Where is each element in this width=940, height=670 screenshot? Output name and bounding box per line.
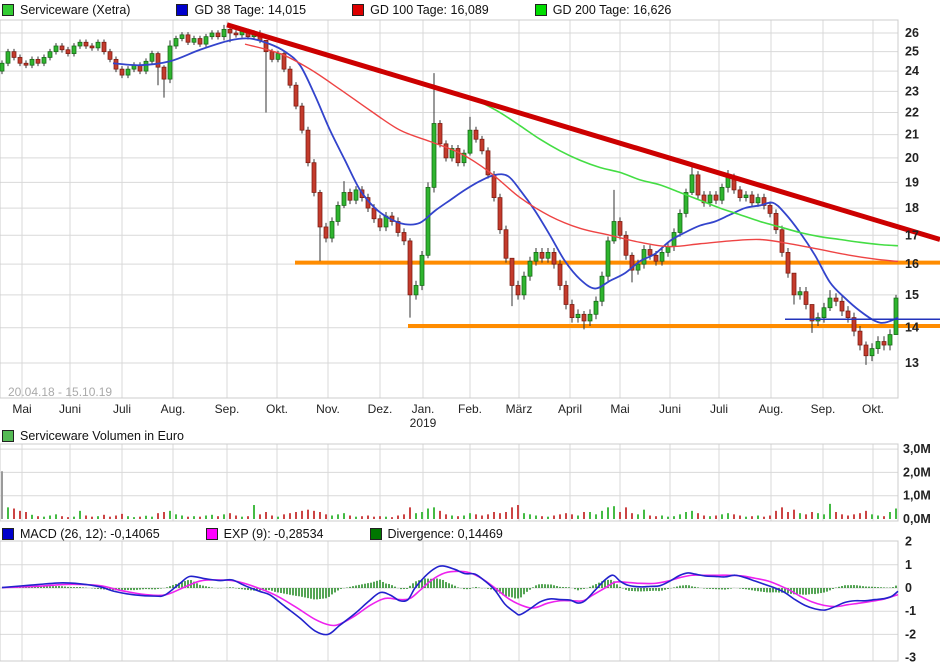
series-swatch-macd (2, 528, 14, 540)
volume-tick-label: 0,0M (903, 512, 931, 526)
volume-tick-label: 3,0M (903, 442, 931, 456)
price-tick-label: 14 (905, 321, 919, 335)
series-swatch-gd100 (352, 4, 364, 16)
year-label: 2019 (410, 416, 437, 430)
legend-item-gd100: GD 100 Tage: 16,089 (352, 3, 489, 17)
price-tick-label: 15 (905, 288, 919, 302)
legend-item-gd200: GD 200 Tage: 16,626 (535, 3, 672, 17)
legend-label-gd100: GD 100 Tage: 16,089 (370, 3, 489, 17)
month-label: Feb. (458, 402, 482, 416)
volume-bars-layer (1, 471, 897, 519)
downtrend-line (227, 25, 940, 240)
month-label: Aug. (161, 402, 186, 416)
legend-label-gd38: GD 38 Tage: 14,015 (194, 3, 306, 17)
month-label: Nov. (316, 402, 340, 416)
month-label: Juli (710, 402, 728, 416)
gd100-line (245, 44, 898, 261)
price-tick-label: 20 (905, 151, 919, 165)
price-tick-label: 17 (905, 228, 919, 242)
price-tick-label: 18 (905, 201, 919, 215)
legend-item-exp: EXP (9): -0,28534 (206, 527, 324, 541)
volume-chart-legend: Serviceware Volumen in Euro (2, 429, 230, 443)
month-label: Sep. (215, 402, 240, 416)
macd-tick-label: 0 (905, 581, 912, 595)
macd-tick-label: 2 (905, 535, 912, 549)
legend-label-serviceware: Serviceware (Xetra) (20, 3, 130, 17)
exp-line (2, 571, 898, 625)
month-label: Okt. (862, 402, 884, 416)
legend-item-volume: Serviceware Volumen in Euro (2, 429, 184, 443)
price-chart-legend: Serviceware (Xetra) GD 38 Tage: 14,015 G… (2, 3, 717, 17)
macd-tick-label: -3 (905, 651, 916, 665)
series-swatch-divergence (370, 528, 382, 540)
legend-item-divergence: Divergence: 0,14469 (370, 527, 503, 541)
legend-label-exp: EXP (9): -0,28534 (224, 527, 324, 541)
month-label: Okt. (266, 402, 288, 416)
macd-lines (2, 566, 898, 635)
macd-tick-label: -1 (905, 604, 916, 618)
month-label: Mai (610, 402, 629, 416)
macd-tick-label: -2 (905, 627, 916, 641)
legend-label-volume: Serviceware Volumen in Euro (20, 429, 184, 443)
month-label: Juni (659, 402, 681, 416)
macd-histogram-layer (2, 578, 896, 599)
support-lines (295, 263, 940, 326)
price-tick-label: 23 (905, 84, 919, 98)
month-label: Dez. (368, 402, 393, 416)
month-label: Juli (113, 402, 131, 416)
price-tick-label: 16 (905, 257, 919, 271)
price-tick-label: 21 (905, 128, 919, 142)
price-tick-label: 26 (905, 26, 919, 40)
series-swatch-serviceware (2, 4, 14, 16)
month-label: Mai (12, 402, 31, 416)
price-tick-label: 22 (905, 106, 919, 120)
macd-line (2, 566, 898, 635)
chart-canvas: 26252423222120191817161514133,0M2,0M1,0M… (0, 0, 940, 670)
grid-layer (0, 20, 898, 661)
gd38-line (113, 38, 898, 323)
month-label: Jan. (412, 402, 435, 416)
price-tick-label: 25 (905, 45, 919, 59)
price-tick-label: 19 (905, 175, 919, 189)
legend-item-gd38: GD 38 Tage: 14,015 (176, 3, 306, 17)
macd-tick-label: 1 (905, 558, 912, 572)
price-tick-label: 13 (905, 356, 919, 370)
volume-tick-label: 1,0M (903, 489, 931, 503)
legend-item-macd: MACD (26, 12): -0,14065 (2, 527, 160, 541)
volume-tick-label: 2,0M (903, 465, 931, 479)
price-tick-label: 24 (905, 64, 919, 78)
series-swatch-exp (206, 528, 218, 540)
month-label: Aug. (759, 402, 784, 416)
series-swatch-volume (2, 430, 14, 442)
month-label: Juni (59, 402, 81, 416)
month-label: April (558, 402, 582, 416)
date-range-label: 20.04.18 - 15.10.19 (8, 385, 112, 399)
legend-label-macd: MACD (26, 12): -0,14065 (20, 527, 160, 541)
legend-item-serviceware: Serviceware (Xetra) (2, 3, 130, 17)
chart-application: 26252423222120191817161514133,0M2,0M1,0M… (0, 0, 940, 670)
candles-layer (0, 24, 898, 365)
month-label: März (506, 402, 533, 416)
legend-label-gd200: GD 200 Tage: 16,626 (553, 3, 672, 17)
legend-label-divergence: Divergence: 0,14469 (388, 527, 503, 541)
series-swatch-gd200 (535, 4, 547, 16)
macd-chart-legend: MACD (26, 12): -0,14065 EXP (9): -0,2853… (2, 527, 549, 541)
series-swatch-gd38 (176, 4, 188, 16)
month-label: Sep. (811, 402, 836, 416)
moving-average-lines (113, 38, 898, 323)
